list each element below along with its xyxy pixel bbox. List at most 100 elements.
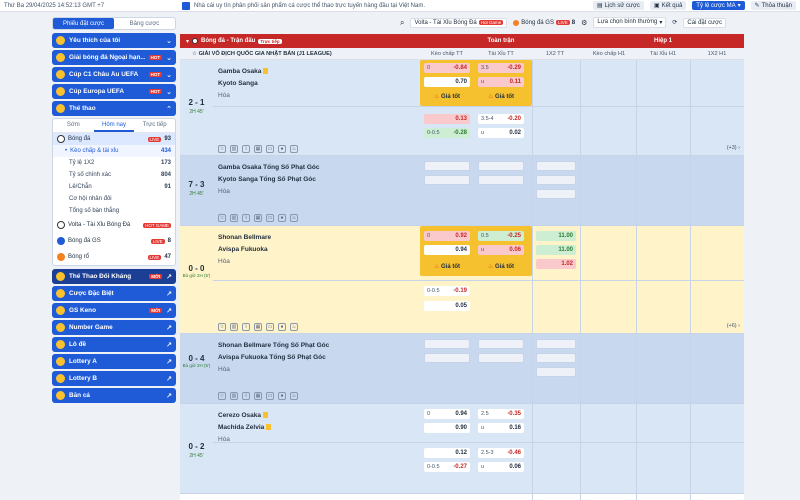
good-price-button[interactable]: ♨ Giá tốt (478, 92, 524, 102)
sport-gs-soccer[interactable]: Bóng đá GS LIVE 8 (53, 233, 175, 249)
sidebar-item-number-game[interactable]: Number Game ↗ (52, 320, 176, 335)
odds-cell[interactable]: 2.5 -0.35 (478, 409, 524, 419)
market-1x2[interactable]: Tỷ lệ 1X2 173 (53, 157, 175, 169)
gear-icon[interactable]: ⚙ (581, 19, 587, 27)
odds-cell[interactable]: 1.02 (536, 259, 576, 269)
odds-cell[interactable]: 0 0.94 (424, 409, 470, 419)
tab-today[interactable]: Hôm nay (93, 119, 135, 132)
stats-icon[interactable]: ▥ (230, 323, 238, 331)
away-team[interactable]: Kyoto Sanga Tổng Số Phạt Góc (218, 174, 320, 186)
sidebar-item-ucl[interactable]: Cúp C1 Châu Âu UEFA HOT ⌄ (52, 67, 176, 82)
odds-cell[interactable]: 11.00 (536, 245, 576, 255)
live-icon[interactable]: ● (278, 392, 286, 400)
away-team[interactable]: Avispa Fukuoka Tổng Số Phạt Góc (218, 352, 329, 364)
good-price-button[interactable]: ♨ Giá tốt (424, 92, 470, 102)
agreement-button[interactable]: ✎ Thỏa thuận (750, 1, 796, 10)
search-icon[interactable]: ⌕ (400, 18, 404, 28)
fire-icon[interactable]: ♨ (290, 323, 298, 331)
sidebar-item-sports[interactable]: Thể thao ⌃ (52, 101, 176, 116)
sport-basketball[interactable]: Bóng rổ LIVE 47 (53, 249, 175, 265)
more-markets[interactable]: (+6) › (727, 323, 740, 332)
odds-cell[interactable]: 2.5-3 -0.46 (478, 448, 524, 458)
market-double-chance[interactable]: Cơ hội nhân đôi (53, 193, 175, 205)
market-odd-even[interactable]: Lẻ/Chẵn 91 (53, 181, 175, 193)
sidebar-item-lottery-a[interactable]: Lottery A ↗ (52, 354, 176, 369)
sidebar-item-special-bets[interactable]: Cược Đặc Biệt ↗ (52, 286, 176, 301)
odds-cell[interactable]: 0.94 (424, 245, 470, 255)
star-icon[interactable]: ☆ (218, 392, 226, 400)
fire-icon[interactable]: ♨ (290, 392, 298, 400)
info-icon[interactable]: i (242, 214, 250, 222)
gs-soccer-link[interactable]: Bóng đá GS LIVE 8 (513, 19, 575, 26)
odds-cell[interactable]: u 0.06 (478, 245, 524, 255)
tab-bet-board[interactable]: Bảng cược (114, 18, 175, 29)
odds-cell[interactable]: 0.13 (424, 114, 470, 124)
sport-soccer[interactable]: Bóng đá LIVE 93 (53, 133, 175, 145)
odds-cell[interactable]: 0.90 (424, 423, 470, 433)
chart-icon[interactable]: ▦ (254, 214, 262, 222)
star-icon[interactable]: ☆ (218, 145, 226, 153)
tab-bet-slip[interactable]: Phiếu đặt cược (53, 18, 114, 29)
odds-cell[interactable]: 0.70 (424, 77, 470, 87)
sidebar-item-fishing[interactable]: Bắn cá ↗ (52, 388, 176, 403)
sidebar-item-keno[interactable]: GS Keno MỚI ↗ (52, 303, 176, 318)
odds-cell[interactable]: 0.12 (424, 448, 470, 458)
sidebar-item-europa[interactable]: Cúp Europa UEFA HOT ⌄ (52, 84, 176, 99)
market-total-goals[interactable]: Tổng số bàn thắng (53, 205, 175, 217)
good-price-button[interactable]: ♨ Giá tốt (424, 262, 470, 272)
sidebar-item-favorites[interactable]: Yêu thích của tôi ⌄ (52, 33, 176, 48)
odds-cell[interactable]: 0 0.92 (424, 231, 470, 241)
away-team[interactable]: Machida Zelvia (218, 422, 272, 434)
star-icon[interactable]: ☆ (218, 214, 226, 222)
market-handicap-ou[interactable]: • Kèo chấp & tài xỉu 434 (53, 145, 175, 157)
odds-cell[interactable]: 0-0.5 -0.28 (424, 128, 470, 138)
info-icon[interactable]: i (242, 145, 250, 153)
sport-volta[interactable]: Volta - Tài Xỉu Bóng Đá HOT GAME (53, 217, 175, 233)
odds-cell[interactable]: 3.5 -0.29 (478, 63, 524, 73)
odds-cell[interactable]: 0-0.5 -0.27 (424, 462, 470, 472)
home-team[interactable]: Gamba Osaka Tổng Số Phạt Góc (218, 162, 320, 174)
refresh-icon[interactable]: ⟳ (672, 19, 677, 26)
odds-cell[interactable]: u 0.02 (478, 128, 524, 138)
tv-icon[interactable]: ▭ (266, 214, 274, 222)
settings-button[interactable]: Cài đặt cược (683, 17, 727, 28)
more-markets[interactable]: (+3) › (727, 145, 740, 154)
stats-icon[interactable]: ▥ (230, 214, 238, 222)
fire-icon[interactable]: ♨ (290, 145, 298, 153)
live-icon[interactable]: ● (278, 145, 286, 153)
results-button[interactable]: ▣ Kết quả (649, 1, 687, 10)
sidebar-item-lode[interactable]: Lô đề ↗ (52, 337, 176, 352)
info-icon[interactable]: i (242, 392, 250, 400)
fire-icon[interactable]: ♨ (290, 214, 298, 222)
sidebar-item-premier-league[interactable]: Giải bóng đá Ngoại hạn... HOT ⌄ (52, 50, 176, 65)
away-team[interactable]: Avispa Fukuoka (218, 244, 271, 256)
chart-icon[interactable]: ▦ (254, 145, 262, 153)
live-icon[interactable]: ● (278, 323, 286, 331)
away-team[interactable]: Kyoto Sanga (218, 78, 268, 90)
stats-icon[interactable]: ▥ (230, 145, 238, 153)
chart-icon[interactable]: ▦ (254, 323, 262, 331)
odds-cell[interactable]: 11.00 (536, 231, 576, 241)
star-icon[interactable]: ☆ (218, 323, 226, 331)
good-price-button[interactable]: ♨ Giá tốt (478, 262, 524, 272)
info-icon[interactable]: i (242, 323, 250, 331)
home-icon[interactable] (182, 1, 190, 10)
market-correct-score[interactable]: Tỷ số chính xác 804 (53, 169, 175, 181)
sidebar-item-lottery-b[interactable]: Lottery B ↗ (52, 371, 176, 386)
odds-cell[interactable]: 0 -0.84 (424, 63, 470, 73)
odds-cell[interactable]: 0.05 (424, 301, 470, 311)
tab-early[interactable]: Sớm (53, 119, 94, 132)
history-button[interactable]: ▤ Lịch sử cược (592, 1, 644, 10)
live-icon[interactable]: ● (278, 214, 286, 222)
volta-link[interactable]: Volta - Tài Xỉu Bóng Đá Hot Game (410, 17, 508, 28)
odds-cell[interactable]: 3.5-4 -0.20 (478, 114, 524, 124)
odds-cell[interactable]: 0.5 -0.25 (478, 231, 524, 241)
home-team[interactable]: Cerezo Osaka (218, 410, 271, 422)
league-name[interactable]: ☆ GIẢI VÔ ĐỊCH QUỐC GIA NHẬT BẢN (J1 LEA… (180, 51, 420, 57)
tv-icon[interactable]: ▭ (266, 392, 274, 400)
odds-cell[interactable]: 0-0.5 -0.19 (424, 286, 470, 296)
chevron-down-icon[interactable]: ▾ (186, 38, 189, 45)
odds-cell[interactable]: u 0.11 (478, 77, 524, 87)
chart-icon[interactable]: ▦ (254, 392, 262, 400)
home-team[interactable]: Shonan Bellmare Tổng Số Phạt Góc (218, 340, 329, 352)
